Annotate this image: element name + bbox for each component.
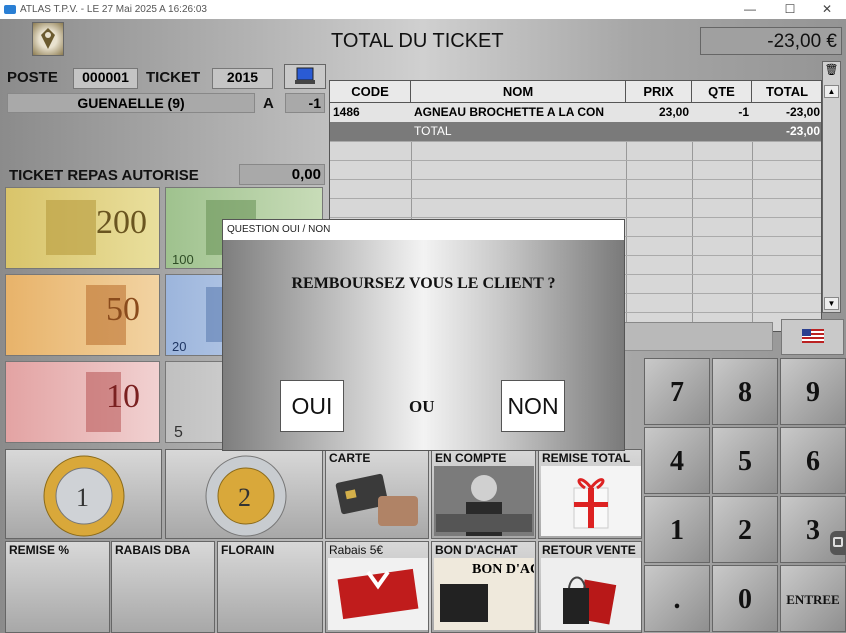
column-header-nom: NOM	[411, 81, 626, 103]
scroll-down-icon[interactable]: ▼	[824, 297, 839, 310]
row-nom: AGNEAU BROCHETTE A LA CON	[414, 105, 604, 119]
a-label: A	[263, 95, 274, 112]
ticket-total-display: -23,00 €	[700, 27, 842, 55]
en-compte-button[interactable]: EN COMPTE	[431, 449, 536, 539]
total-row-value: -23,00	[785, 124, 820, 138]
key-6[interactable]: 6	[780, 427, 846, 494]
monitor-icon[interactable]	[284, 64, 326, 89]
scroll-up-icon[interactable]: ▲	[824, 85, 839, 98]
remise-total-label: REMISE TOTAL	[542, 451, 631, 465]
bon-achat-button[interactable]: BON D'ACHAT BON D'ACHA	[431, 541, 536, 633]
key-1[interactable]: 1	[644, 496, 710, 563]
yes-button[interactable]: OUI	[280, 380, 344, 432]
dialog-title: QUESTION OUI / NON	[223, 220, 624, 240]
ticket-repas-label: TICKET REPAS AUTORISE	[9, 167, 199, 184]
row-prix: 23,00	[658, 105, 689, 119]
banknote-200[interactable]: 200	[5, 187, 160, 269]
banknote-200-label: 200	[96, 204, 147, 241]
retour-vente-button[interactable]: RETOUR VENTE	[538, 541, 642, 633]
banknote-10-label: 10	[106, 378, 140, 415]
key-7[interactable]: 7	[644, 358, 710, 425]
florain-button[interactable]: FLORAIN	[217, 541, 323, 633]
ticket-number: 2015	[212, 68, 273, 89]
banknote-100-label: 100	[172, 252, 194, 267]
key-4[interactable]: 4	[644, 427, 710, 494]
operator-name: GUENAELLE (9)	[7, 93, 255, 113]
app-icon	[4, 5, 16, 14]
entry-input[interactable]	[624, 322, 773, 351]
enter-key[interactable]: ENTREE	[780, 565, 846, 632]
row-code: 1486	[333, 105, 360, 119]
en-compte-label: EN COMPTE	[435, 451, 507, 465]
poste-label: POSTE	[7, 69, 58, 86]
rabais-dba-button[interactable]: RABAIS DBA	[111, 541, 215, 633]
column-header-qte: QTE	[692, 81, 752, 103]
table-scrollbar[interactable]: 🗑 ▲ ▼	[822, 61, 841, 313]
key-9[interactable]: 9	[780, 358, 846, 425]
flag-icon[interactable]	[781, 319, 844, 355]
poste-value: 000001	[73, 68, 138, 89]
window-titlebar: ATLAS T.P.V. - LE 27 Mai 2025 A 16:26:03…	[0, 0, 846, 19]
coin-1-label: 1	[76, 483, 89, 512]
key-dot[interactable]: .	[644, 565, 710, 632]
bon-achat-image: BON D'ACHA	[434, 558, 534, 630]
trash-icon[interactable]: 🗑	[824, 63, 839, 81]
coin-2-label: 2	[238, 483, 251, 512]
logo	[32, 22, 64, 56]
table-total-row: TOTAL -23,00	[330, 122, 821, 141]
ticket-label: TICKET	[146, 69, 201, 86]
row-qte: -1	[738, 105, 749, 119]
carte-button[interactable]: CARTE	[325, 449, 429, 539]
rabais-5-label: Rabais 5€	[329, 543, 384, 557]
or-label: OU	[409, 397, 435, 416]
bon-achat-label: BON D'ACHAT	[435, 543, 518, 557]
banknote-10[interactable]: 10	[5, 361, 160, 443]
maximize-button[interactable]: ☐	[780, 2, 800, 16]
column-header-total: TOTAL	[752, 81, 821, 103]
no-button[interactable]: NON	[501, 380, 565, 432]
column-header-code: CODE	[330, 81, 411, 103]
carte-label: CARTE	[329, 451, 371, 465]
dialog-question: REMBOURSEZ VOUS LE CLIENT ?	[291, 275, 556, 292]
remise-pct-button[interactable]: REMISE %	[5, 541, 110, 633]
side-panel-handle-icon[interactable]	[830, 531, 846, 555]
banknote-5-label: 5	[174, 424, 183, 441]
close-button[interactable]: ✕	[817, 2, 837, 16]
total-row-label: TOTAL	[414, 124, 452, 138]
key-2[interactable]: 2	[712, 496, 778, 563]
rabais-5-button[interactable]: Rabais 5€	[325, 541, 429, 633]
page-title: TOTAL DU TICKET	[331, 30, 504, 52]
confirm-dialog: QUESTION OUI / NON REMBOURSEZ VOUS LE CL…	[222, 219, 625, 451]
banknote-50-label: 50	[106, 291, 140, 328]
window-title: ATLAS T.P.V. - LE 27 Mai 2025 A 16:26:03	[20, 4, 207, 15]
retour-vente-label: RETOUR VENTE	[542, 543, 636, 557]
remise-pct-label: REMISE %	[9, 543, 70, 557]
column-header-prix: PRIX	[626, 81, 692, 103]
row-total: -23,00	[785, 105, 820, 119]
table-row[interactable]: 1486 AGNEAU BROCHETTE A LA CON 23,00 -1 …	[330, 103, 821, 122]
coin-2-euro[interactable]: 2	[165, 449, 323, 539]
florain-label: FLORAIN	[221, 543, 275, 557]
rabais-dba-label: RABAIS DBA	[115, 543, 191, 557]
minimize-button[interactable]: —	[740, 2, 760, 16]
key-0[interactable]: 0	[712, 565, 778, 632]
coin-1-euro[interactable]: 1	[5, 449, 162, 539]
key-5[interactable]: 5	[712, 427, 778, 494]
key-8[interactable]: 8	[712, 358, 778, 425]
ticket-repas-value: 0,00	[239, 164, 325, 185]
remise-total-button[interactable]: REMISE TOTAL	[538, 449, 642, 539]
banknote-20-label: 20	[172, 339, 186, 354]
banknote-50[interactable]: 50	[5, 274, 160, 356]
pos-app: TOTAL DU TICKET -23,00 € POSTE 000001 TI…	[0, 19, 846, 633]
a-value: -1	[285, 93, 325, 113]
